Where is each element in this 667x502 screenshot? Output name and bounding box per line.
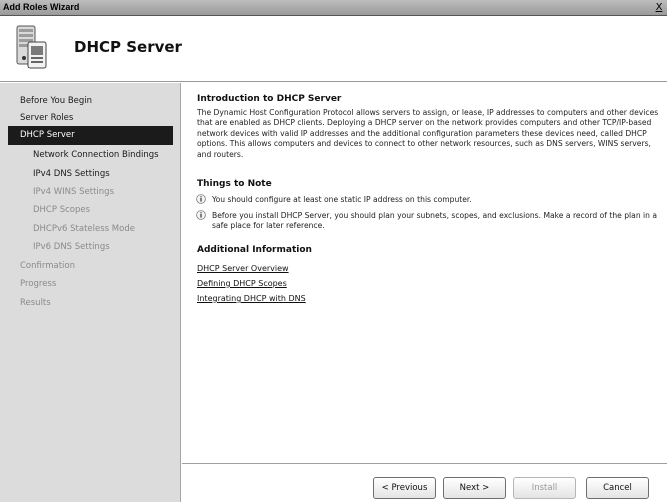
page-title: DHCP Server bbox=[74, 38, 182, 56]
note-text: Before you install DHCP Server, you shou… bbox=[212, 211, 658, 231]
info-icon bbox=[196, 210, 206, 220]
info-heading: Additional Information bbox=[197, 245, 312, 255]
dhcp-server-icon bbox=[16, 25, 47, 69]
nav-progress: Progress bbox=[20, 279, 57, 289]
nav-dhcp-scopes: DHCP Scopes bbox=[33, 205, 91, 215]
nav-dhcp-server[interactable]: DHCP Server bbox=[8, 126, 173, 145]
note-item: Before you install DHCP Server, you shou… bbox=[196, 210, 662, 232]
link-defining-dhcp-scopes[interactable]: Defining DHCP Scopes bbox=[197, 279, 287, 288]
link-dhcp-server-overview[interactable]: DHCP Server Overview bbox=[197, 264, 289, 273]
wizard-header: DHCP Server bbox=[0, 16, 667, 82]
close-button[interactable]: X bbox=[653, 1, 665, 14]
link-integrating-dhcp-with-dns[interactable]: Integrating DHCP with DNS bbox=[197, 294, 306, 303]
note-text: You should configure at least one static… bbox=[212, 195, 472, 204]
notes-heading: Things to Note bbox=[197, 179, 272, 189]
nav-confirmation: Confirmation bbox=[20, 261, 75, 271]
nav-ipv6-dns-settings: IPv6 DNS Settings bbox=[33, 242, 110, 252]
wizard-steps-sidebar: Before You Begin Server Roles DHCP Serve… bbox=[0, 83, 181, 502]
nav-results: Results bbox=[20, 298, 51, 308]
wizard-footer: < Previous Next > Install Cancel bbox=[182, 463, 667, 502]
intro-text: The Dynamic Host Configuration Protocol … bbox=[197, 108, 659, 159]
next-button[interactable]: Next > bbox=[443, 477, 506, 499]
nav-network-connection-bindings[interactable]: Network Connection Bindings bbox=[0, 146, 181, 165]
nav-ipv4-wins-settings: IPv4 WINS Settings bbox=[33, 187, 115, 197]
note-item: You should configure at least one static… bbox=[196, 194, 662, 206]
previous-button[interactable]: < Previous bbox=[373, 477, 436, 499]
cancel-button[interactable]: Cancel bbox=[586, 477, 649, 499]
install-button: Install bbox=[513, 477, 576, 499]
content-pane: Introduction to DHCP Server The Dynamic … bbox=[182, 83, 667, 463]
nav-ipv4-dns-settings[interactable]: IPv4 DNS Settings bbox=[0, 165, 181, 184]
info-icon bbox=[196, 194, 206, 204]
nav-dhcpv6-stateless-mode: DHCPv6 Stateless Mode bbox=[33, 224, 135, 234]
window-title: Add Roles Wizard bbox=[3, 2, 80, 12]
intro-heading: Introduction to DHCP Server bbox=[197, 94, 342, 104]
title-bar: Add Roles Wizard X bbox=[0, 0, 667, 16]
